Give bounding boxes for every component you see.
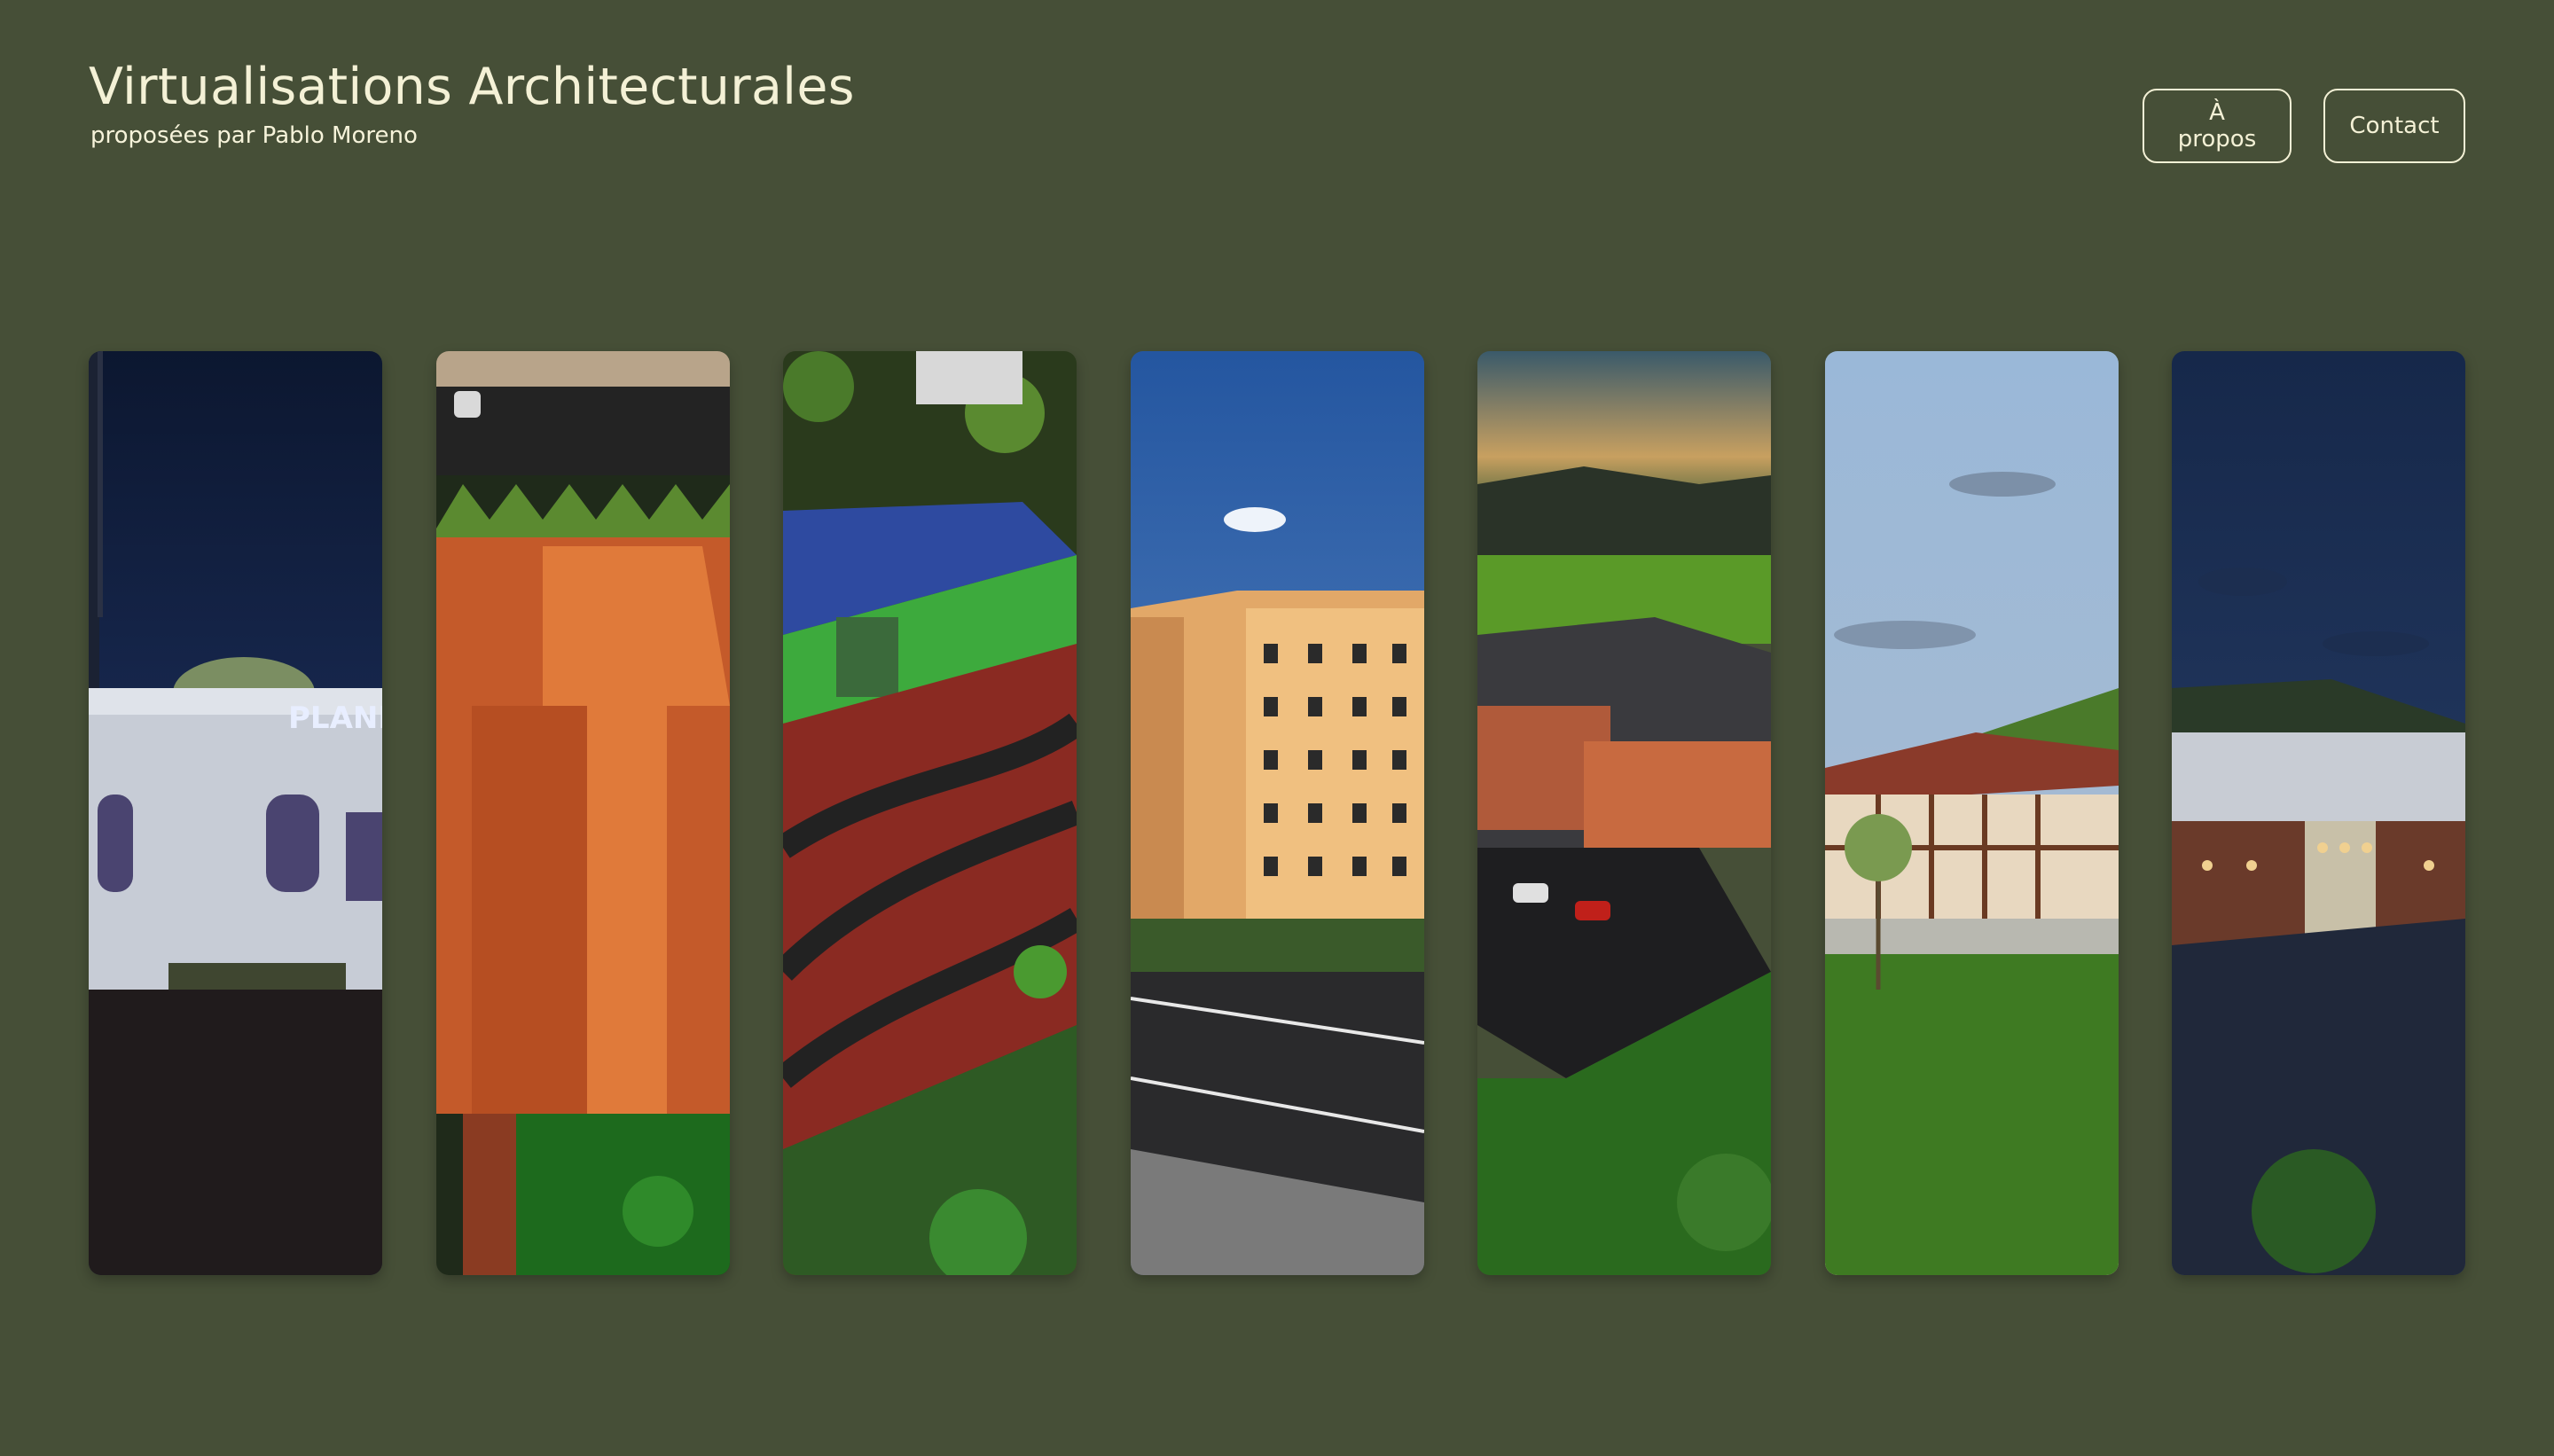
planetarium-sign-text: PLANET — [288, 701, 382, 736]
gallery-panel-campus[interactable] — [1477, 351, 1771, 1275]
timber-house-render-image — [1824, 351, 2119, 1275]
roof-aerial-render-image — [435, 351, 730, 1275]
about-button[interactable]: À propos — [2143, 89, 2292, 163]
gallery-panel-planetarium[interactable]: PLANET — [89, 351, 382, 1275]
campus-render-image — [1477, 351, 1771, 1275]
page-title: Virtualisations Architecturales — [89, 58, 855, 116]
hall-night-render-image — [2172, 351, 2465, 1275]
contact-button[interactable]: Contact — [2323, 89, 2465, 163]
sports-hall-render-image — [783, 351, 1077, 1275]
apartments-render-image — [1130, 351, 1424, 1275]
planetarium-render-image: PLANET — [89, 351, 382, 1275]
page-subtitle: proposées par Pablo Moreno — [90, 122, 418, 149]
gallery-panel-timber-house[interactable] — [1824, 351, 2119, 1275]
site-header: Virtualisations Architecturales proposée… — [89, 55, 855, 151]
gallery-panel-hall-night[interactable] — [2172, 351, 2465, 1275]
render-gallery: PLANET — [89, 351, 2465, 1275]
gallery-panel-sports-hall[interactable] — [783, 351, 1077, 1275]
gallery-panel-apartments[interactable] — [1130, 351, 1424, 1275]
top-nav: À propos Contact — [2143, 89, 2465, 163]
gallery-panel-roof-aerial[interactable] — [435, 351, 730, 1275]
